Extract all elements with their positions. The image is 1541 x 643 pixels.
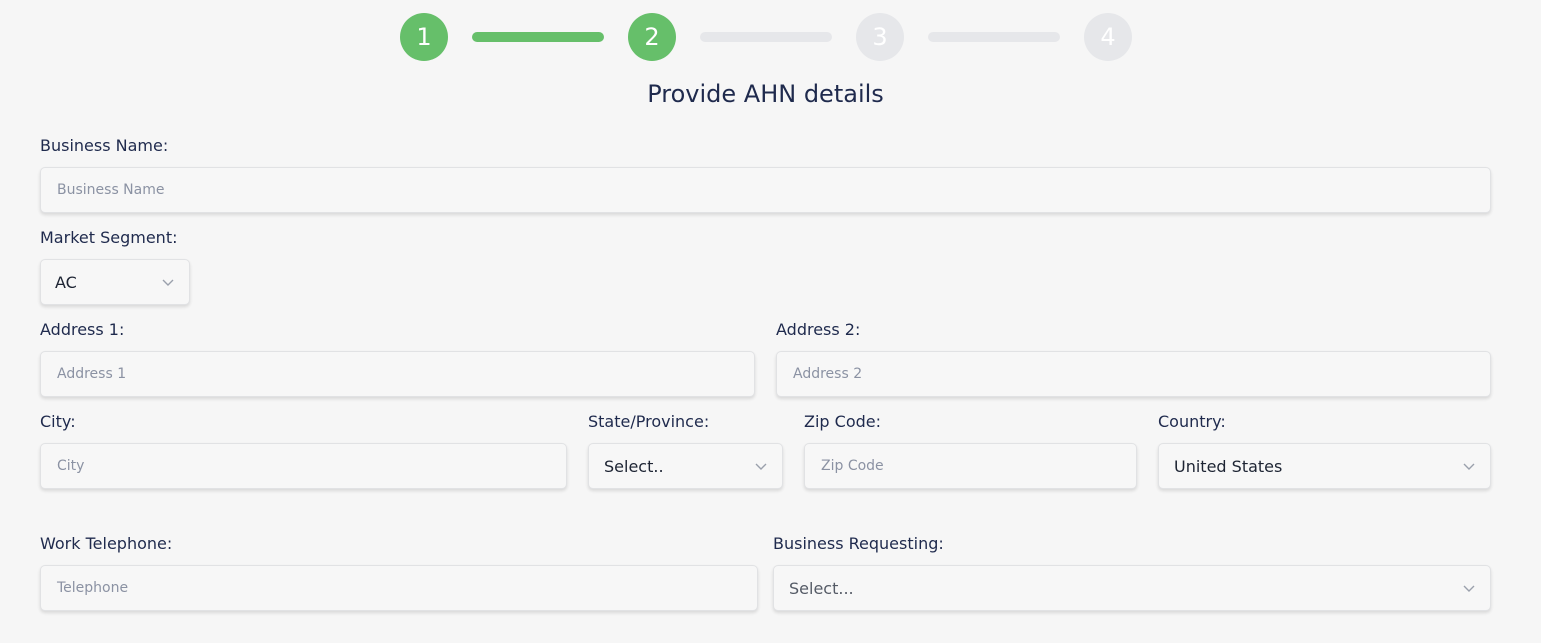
work-telephone-input[interactable]: Telephone	[40, 565, 758, 611]
business-name-input[interactable]: Business Name	[40, 167, 1491, 213]
address2-placeholder: Address 2	[793, 366, 863, 382]
page-title: Provide AHN details	[647, 80, 884, 108]
state-label: State/Province:	[588, 412, 710, 431]
country-select[interactable]: United States	[1158, 443, 1491, 489]
ahn-details-page: 1 2 3 4 Provide AHN details Business Nam…	[0, 0, 1541, 643]
address2-input[interactable]: Address 2	[776, 351, 1491, 397]
city-label: City:	[40, 412, 76, 431]
step-connector-1	[472, 32, 604, 42]
country-value: United States	[1174, 456, 1283, 476]
zip-input[interactable]: Zip Code	[804, 443, 1137, 489]
step-1-number: 1	[416, 23, 432, 51]
step-4-number: 4	[1100, 23, 1116, 51]
address1-label: Address 1:	[40, 320, 125, 339]
work-telephone-label: Work Telephone:	[40, 534, 173, 553]
business-requesting-label: Business Requesting:	[773, 534, 944, 553]
business-requesting-value: Select...	[789, 578, 854, 598]
step-3[interactable]: 3	[856, 13, 904, 61]
step-2[interactable]: 2	[628, 13, 676, 61]
business-requesting-select[interactable]: Select...	[773, 565, 1491, 611]
address1-placeholder: Address 1	[57, 366, 127, 382]
step-3-number: 3	[872, 23, 888, 51]
step-2-number: 2	[644, 23, 660, 51]
address1-input[interactable]: Address 1	[40, 351, 755, 397]
business-name-placeholder: Business Name	[57, 182, 165, 198]
work-telephone-placeholder: Telephone	[57, 580, 129, 596]
zip-placeholder: Zip Code	[821, 458, 884, 474]
state-value: Select..	[604, 456, 664, 476]
market-segment-label: Market Segment:	[40, 228, 178, 247]
business-name-label: Business Name:	[40, 136, 169, 155]
chevron-down-icon	[755, 463, 767, 470]
step-connector-2	[700, 32, 832, 42]
chevron-down-icon	[1463, 463, 1475, 470]
city-input[interactable]: City	[40, 443, 567, 489]
state-select[interactable]: Select..	[588, 443, 783, 489]
chevron-down-icon	[162, 279, 174, 286]
step-connector-3	[928, 32, 1060, 42]
address2-label: Address 2:	[776, 320, 861, 339]
market-segment-select[interactable]: AC	[40, 259, 190, 305]
step-1[interactable]: 1	[400, 13, 448, 61]
market-segment-value: AC	[55, 272, 77, 292]
zip-label: Zip Code:	[804, 412, 881, 431]
step-4[interactable]: 4	[1084, 13, 1132, 61]
city-placeholder: City	[57, 458, 85, 474]
chevron-down-icon	[1463, 585, 1475, 592]
country-label: Country:	[1158, 412, 1226, 431]
